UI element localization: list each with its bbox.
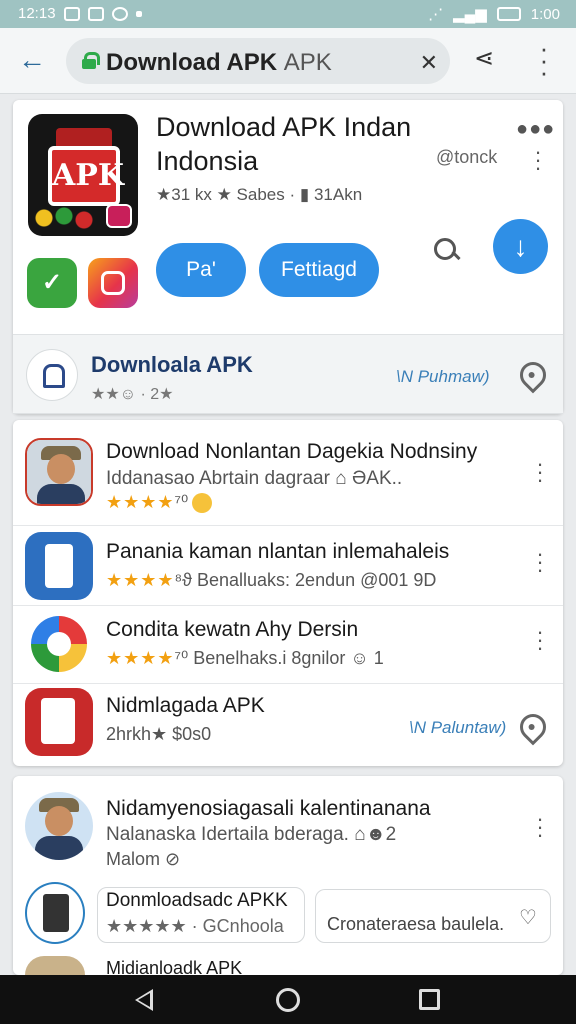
item-title: Condita kewatn Ahy Dersin: [106, 618, 359, 641]
developer-name[interactable]: @tonck: [436, 147, 497, 168]
item-rating: ★★★★⁷⁰: [106, 492, 213, 514]
app-meta: ★31 kx ★ Sabes · ▮ 31Akn: [156, 185, 363, 204]
avatar: [25, 956, 85, 975]
list-item[interactable]: Nidmlagada APK 2hrkh★ $0s0 \N Paluntaw): [13, 684, 563, 766]
system-nav-bar: [0, 975, 576, 1024]
tablet-app-icon: [25, 688, 93, 756]
address-bar[interactable]: Download APK APK ✕: [66, 38, 450, 84]
url-text: Download APK APK: [106, 49, 332, 76]
app-menu-icon[interactable]: · · ·: [530, 141, 546, 179]
icon-badge: APK: [48, 146, 124, 206]
item-link[interactable]: \N Paluntaw): [409, 718, 506, 738]
section-link[interactable]: \N Puhmaw): [396, 367, 490, 387]
location-pin-icon[interactable]: [514, 708, 552, 746]
overflow-menu-icon[interactable]: · · ·: [534, 35, 554, 85]
item-menu-icon[interactable]: · · ·: [532, 621, 548, 659]
list-item[interactable]: Condita kewatn Ahy Dersin ★★★★⁷⁰ Benelha…: [13, 606, 563, 684]
nav-home-icon[interactable]: [276, 988, 300, 1012]
item-menu-icon[interactable]: · · ·: [532, 453, 548, 491]
browser-appbar: ← Download APK APK ✕ ⋖ · · ·: [0, 28, 576, 94]
nav-back-icon[interactable]: [135, 989, 153, 1011]
list-item[interactable]: Download Nonlantan Dagekia Nodnsiny Idda…: [13, 424, 563, 526]
item-title: Nidamyenosiagasali kalentinanana: [106, 797, 431, 820]
item-subtitle: Nalanaska Idertaila bderaga. ⌂☻2: [106, 824, 397, 845]
emoji-icon: [192, 493, 213, 514]
twitter-icon[interactable]: ✓: [27, 258, 77, 308]
browser-app-icon: [25, 610, 93, 678]
item-title: Nidmlagada APK: [106, 694, 265, 717]
item-rating: ★★★★⁷⁰ Benelhaks.i 8gnilor ☺ 1: [106, 648, 384, 668]
list-item[interactable]: Panania kaman nlantan inlemahaleis ★★★★⁸…: [13, 526, 563, 606]
avatar: [25, 792, 93, 860]
notification-icon: [63, 6, 80, 21]
item-meta: Malom ⊘: [106, 849, 181, 869]
search-icon[interactable]: [432, 236, 464, 268]
battery-time: 1:00: [530, 5, 560, 23]
battery-icon: [496, 7, 521, 21]
more-horizontal-icon[interactable]: ●●●: [516, 118, 555, 141]
app-title: Download APK Indan Indonsia: [156, 112, 412, 176]
photo-app-icon: [25, 882, 85, 944]
app-notification-icon: [111, 6, 128, 21]
item-title: Panania kaman nlantan inlemahaleis: [106, 540, 450, 563]
download-arrow-icon: ↓: [513, 231, 528, 262]
item-title: Donmloadsadc APKK: [106, 890, 288, 911]
nav-recents-icon[interactable]: [419, 989, 440, 1010]
settings-button[interactable]: Fettiagd: [259, 243, 379, 297]
chip-text: Cronateraesa baulela.: [327, 914, 505, 934]
lock-icon: [82, 52, 100, 69]
back-arrow-icon[interactable]: ←: [16, 46, 48, 76]
avatar: [25, 438, 93, 506]
item-subtitle: Iddanasao Abrtain dagraar ⌂ ƏAK..: [106, 468, 403, 489]
heart-icon[interactable]: ♡: [519, 905, 537, 930]
item-meta: ★★★★★ · GCnhoola: [106, 916, 284, 936]
mini-app-icon: [106, 204, 132, 228]
clock: 12:13: [18, 5, 56, 22]
item-menu-icon[interactable]: · · ·: [532, 808, 548, 846]
phone-app-icon: [25, 532, 93, 600]
signal-icon: ▂▄▆: [453, 6, 487, 23]
more-notifications-icon: [135, 10, 142, 17]
item-menu-icon[interactable]: · · ·: [532, 543, 548, 581]
app-icon[interactable]: APK: [28, 114, 138, 236]
status-bar: 12:13 ⋰ ▂▄▆ 1:00: [0, 0, 576, 28]
section-logo-icon: [26, 349, 78, 401]
section-rating: ★★☺ · 2★: [91, 386, 174, 403]
section-title: Downloala APK: [91, 352, 253, 377]
item-title: Download Nonlantan Dagekia Nodnsiny: [106, 440, 478, 463]
instagram-icon[interactable]: [88, 258, 138, 308]
translate-icon[interactable]: ✕: [420, 50, 438, 76]
download-fab[interactable]: ↓: [493, 219, 548, 274]
primary-button[interactable]: Pa': [156, 243, 246, 297]
fruit-icon: [34, 204, 104, 230]
share-icon[interactable]: ⋖: [474, 44, 494, 73]
wifi-icon: ⋰: [428, 6, 444, 23]
message-icon: [87, 6, 104, 21]
item-rating: ★★★★⁸ϑ Benalluaks: 2endun @001 9D: [106, 570, 437, 590]
item-rating: 2hrkh★ $0s0: [106, 724, 212, 744]
